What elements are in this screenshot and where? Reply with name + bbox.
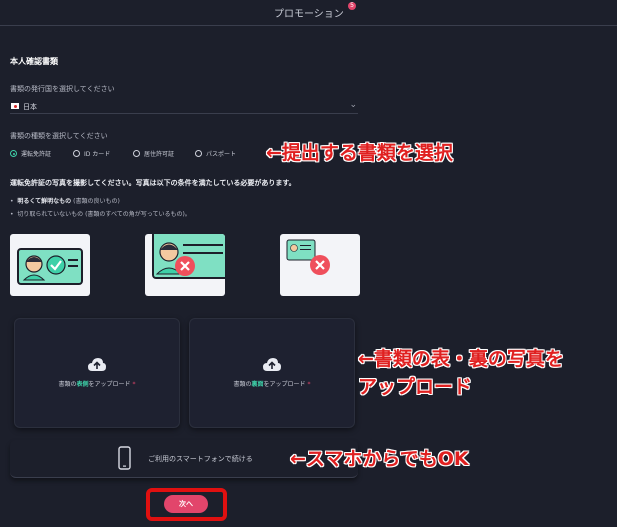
radio-label: 居住許可証 xyxy=(144,151,175,158)
radio-passport[interactable]: パスポート xyxy=(195,149,236,158)
section-title: 本人確認書類 xyxy=(10,57,58,66)
required-mark: * xyxy=(307,381,311,388)
annotation-select-doc: ←提出する書類を選択 xyxy=(266,142,453,164)
bullet-bold: 明るくて鮮明なもの xyxy=(17,198,72,205)
page-title: プロモーション xyxy=(274,9,344,20)
bullet-note: (書類の良いもの) xyxy=(73,198,120,205)
radio-drivers-license[interactable]: 運転免許証 xyxy=(10,149,51,158)
radio-id-card[interactable]: ID カード xyxy=(73,149,110,158)
radio-icon[interactable] xyxy=(133,150,140,157)
bullet-note: 切り取られていないもの (書類のすべての角が写っているもの)。 xyxy=(17,211,191,218)
radio-label: ID カード xyxy=(84,151,111,158)
smartphone-icon xyxy=(118,446,131,470)
good-example-illustration xyxy=(17,248,83,285)
upload-text-highlight: 表側 xyxy=(76,381,89,388)
required-mark: * xyxy=(132,381,136,388)
upload-text-pre: 書類の xyxy=(233,381,252,388)
upload-text-post: をアップロード xyxy=(88,381,131,388)
example-cropped xyxy=(145,234,225,296)
example-small xyxy=(280,234,360,296)
annotation-smartphone: ←スマホからでもOK xyxy=(290,448,469,470)
radio-icon[interactable] xyxy=(195,150,202,157)
radio-label: パスポート xyxy=(206,151,237,158)
continue-on-phone-label: ご利用のスマートフォンで続ける xyxy=(148,455,253,463)
annotation-upload-line1: ←書類の表・裏の写真を xyxy=(358,348,564,370)
example-good xyxy=(10,234,90,296)
japan-flag-icon xyxy=(11,103,19,109)
instruction-bullet: • 明るくて鮮明なもの (書類の良いもの) xyxy=(10,198,120,205)
country-label: 書類の発行国を選択してください xyxy=(10,85,115,93)
upload-text-highlight: 裏面 xyxy=(251,381,264,388)
header-bar: プロモーション 5 xyxy=(0,0,617,26)
notification-badge[interactable]: 5 xyxy=(348,2,356,10)
upload-back-label: 書類の裏面をアップロード * xyxy=(190,379,354,388)
country-value: 日本 xyxy=(23,103,37,111)
radio-selected-icon[interactable] xyxy=(10,150,17,157)
next-button[interactable]: 次へ xyxy=(164,495,208,513)
instruction-bullet: • 切り取られていないもの (書類のすべての角が写っているもの)。 xyxy=(10,211,191,218)
instructions-title: 運転免許証の写真を撮影してください。写真は以下の条件を満たしている必要があります… xyxy=(10,179,296,187)
cloud-upload-icon xyxy=(88,358,106,371)
radio-label: 運転免許証 xyxy=(21,151,52,158)
doc-type-label: 書類の種類を選択してください xyxy=(10,132,108,140)
upload-back-button[interactable]: 書類の裏面をアップロード * xyxy=(189,318,355,428)
upload-front-label: 書類の表側をアップロード * xyxy=(15,379,179,388)
radio-icon[interactable] xyxy=(73,150,80,157)
upload-text-post: をアップロード xyxy=(263,381,306,388)
cropped-example-illustration xyxy=(152,234,225,279)
annotation-upload-line2: アップロード xyxy=(358,376,473,398)
upload-text-pre: 書類の xyxy=(58,381,77,388)
country-select[interactable]: 日本 ⌄ xyxy=(10,100,358,114)
cloud-upload-icon xyxy=(263,358,281,371)
upload-front-button[interactable]: 書類の表側をアップロード * xyxy=(14,318,180,428)
chevron-down-icon[interactable]: ⌄ xyxy=(349,100,357,110)
small-example-illustration xyxy=(286,239,330,275)
radio-residence-permit[interactable]: 居住許可証 xyxy=(133,149,174,158)
